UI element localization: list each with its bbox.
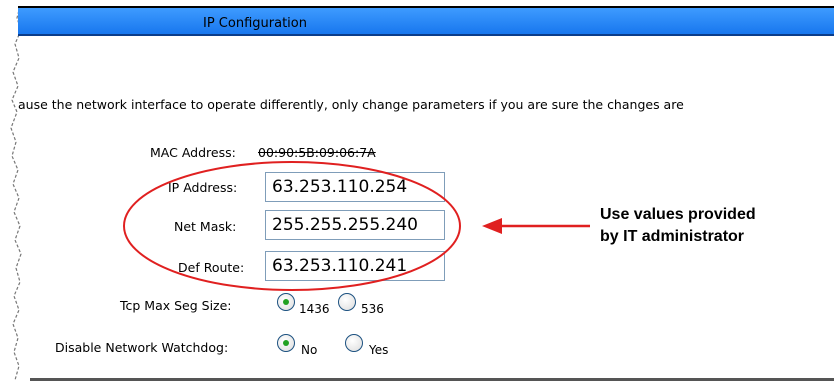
highlight-ellipse [123, 161, 461, 291]
annotation-line-1: Use values provided [600, 206, 756, 223]
annotation-line-2: by IT administrator [600, 228, 745, 245]
annotation-text: Use values provided by IT administrator [600, 204, 756, 248]
annotation-overlay [123, 161, 590, 291]
bottom-border [30, 378, 834, 381]
arrow-head-icon [482, 218, 502, 234]
ip-config-panel: IP Configuration ause the network interf… [0, 0, 834, 383]
